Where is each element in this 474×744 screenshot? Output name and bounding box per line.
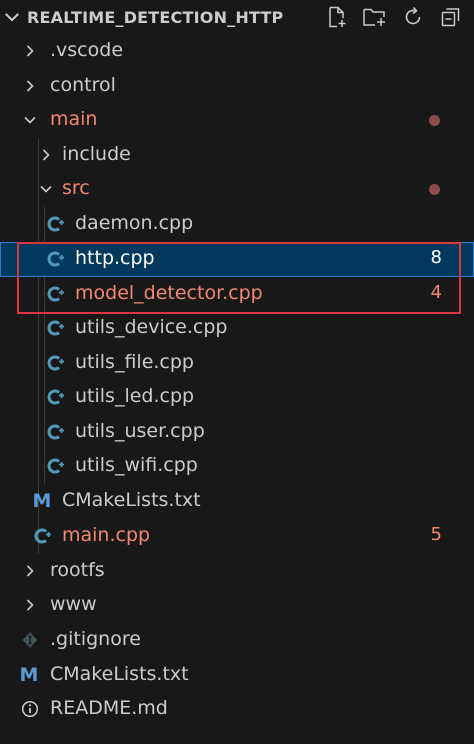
- chevron-right-icon: [26, 565, 34, 577]
- tree-item-main[interactable]: main: [0, 103, 474, 138]
- tree-item-label: utils_led.cpp: [75, 385, 195, 407]
- cmake-file-icon: M: [19, 664, 39, 686]
- info-icon: [20, 699, 40, 719]
- tree-item-cmakelists-main[interactable]: M CMakeLists.txt: [0, 484, 474, 519]
- tree-item-cmakelists-root[interactable]: M CMakeLists.txt: [0, 658, 474, 693]
- chevron-right-icon: [26, 45, 34, 57]
- tree-item-label: utils_user.cpp: [75, 420, 205, 442]
- tree-item-label: README.md: [50, 697, 168, 719]
- cpp-file-icon: [46, 249, 66, 269]
- tree-item-control[interactable]: control: [0, 69, 474, 104]
- chevron-right-icon: [26, 599, 34, 611]
- tree-item-www[interactable]: www: [0, 588, 474, 623]
- modified-dot: [429, 115, 440, 126]
- tree-item-utils-file-cpp[interactable]: utils_file.cpp: [0, 346, 474, 381]
- new-file-icon: [329, 6, 346, 28]
- chevron-down-icon: [24, 116, 36, 124]
- git-file-icon: [20, 630, 40, 650]
- problem-count-badge: 5: [430, 524, 442, 545]
- modified-dot: [429, 184, 440, 195]
- refresh-button[interactable]: [394, 2, 432, 32]
- tree-item-label: model_detector.cpp: [75, 282, 263, 304]
- chevron-down-icon: [40, 185, 52, 193]
- tree-item-label: src: [62, 177, 90, 199]
- cpp-file-icon: [46, 387, 66, 407]
- collapse-all-button[interactable]: [432, 2, 470, 32]
- tree-item-label: utils_device.cpp: [75, 316, 228, 338]
- tree-item-label: rootfs: [50, 559, 105, 581]
- cpp-file-icon: [46, 214, 66, 234]
- chevron-right-icon: [26, 80, 34, 92]
- cmake-file-icon: M: [32, 490, 52, 512]
- tree-item-include[interactable]: include: [0, 138, 474, 173]
- new-folder-button[interactable]: [356, 2, 394, 32]
- problem-count-badge: 8: [430, 247, 442, 268]
- tree-item-http-cpp[interactable]: http.cpp 8: [0, 242, 474, 277]
- cpp-file-icon: [33, 526, 53, 546]
- tree-item-label: daemon.cpp: [75, 212, 194, 234]
- explorer-toolbar: [318, 2, 470, 32]
- cpp-file-icon: [46, 353, 66, 373]
- tree-item-src[interactable]: src: [0, 172, 474, 207]
- tree-item-utils-wifi-cpp[interactable]: utils_wifi.cpp: [0, 449, 474, 484]
- tree-item-vscode[interactable]: .vscode: [0, 34, 474, 69]
- tree-item-readme[interactable]: README.md: [0, 692, 474, 727]
- tree-item-label: main.cpp: [62, 524, 151, 546]
- tree-item-rootfs[interactable]: rootfs: [0, 554, 474, 589]
- tree-item-utils-user-cpp[interactable]: utils_user.cpp: [0, 415, 474, 450]
- tree-item-label: control: [50, 74, 116, 96]
- collapse-all-icon: [441, 8, 460, 27]
- tree-item-label: CMakeLists.txt: [62, 489, 201, 511]
- tree-item-model-detector-cpp[interactable]: model_detector.cpp 4: [0, 277, 474, 312]
- tree-item-label: include: [62, 143, 131, 165]
- tree-item-label: main: [50, 108, 98, 130]
- tree-item-utils-device-cpp[interactable]: utils_device.cpp: [0, 311, 474, 346]
- problem-count-badge: 4: [430, 282, 442, 303]
- tree-item-label: http.cpp: [75, 247, 155, 269]
- file-explorer: REALTIME_DETECTION_HTTP .vscode control …: [0, 0, 474, 744]
- cpp-file-icon: [46, 456, 66, 476]
- workspace-title: REALTIME_DETECTION_HTTP: [27, 8, 284, 27]
- new-file-button[interactable]: [318, 2, 356, 32]
- tree-item-utils-led-cpp[interactable]: utils_led.cpp: [0, 380, 474, 415]
- tree-item-label: .gitignore: [50, 628, 141, 650]
- new-folder-icon: [363, 8, 385, 26]
- tree-item-label: www: [50, 593, 97, 615]
- cpp-file-icon: [46, 318, 66, 338]
- cpp-file-icon: [46, 284, 66, 304]
- chevron-right-icon: [42, 149, 50, 161]
- tree-item-label: utils_wifi.cpp: [75, 454, 198, 476]
- tree-item-label: .vscode: [50, 39, 124, 61]
- cpp-file-icon: [46, 422, 66, 442]
- refresh-icon: [405, 6, 421, 25]
- tree-item-main-cpp[interactable]: main.cpp 5: [0, 519, 474, 554]
- tree-item-gitignore[interactable]: .gitignore: [0, 623, 474, 658]
- tree-item-label: utils_file.cpp: [75, 351, 194, 373]
- chevron-down-icon[interactable]: [2, 7, 22, 27]
- explorer-header[interactable]: REALTIME_DETECTION_HTTP: [0, 0, 474, 34]
- tree-item-label: CMakeLists.txt: [50, 663, 189, 685]
- tree-item-daemon-cpp[interactable]: daemon.cpp: [0, 207, 474, 242]
